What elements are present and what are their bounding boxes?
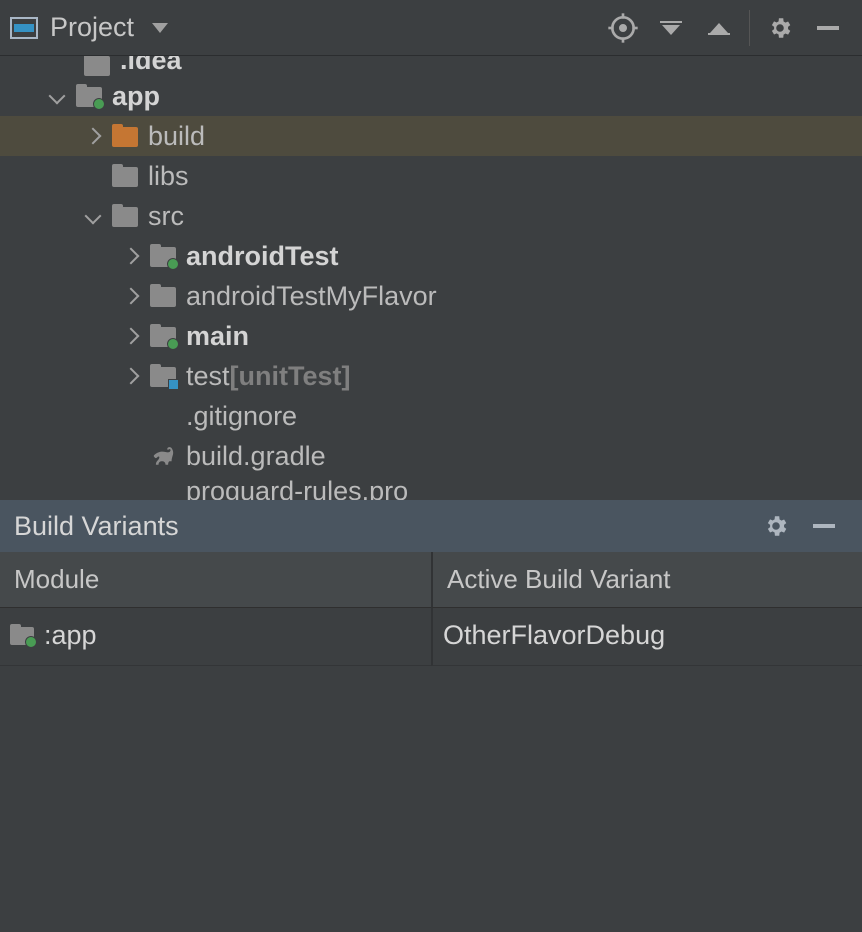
build-folder-icon xyxy=(112,127,138,147)
chevron-right-icon[interactable] xyxy=(122,287,140,305)
tree-label: androidTestMyFlavor xyxy=(186,281,437,312)
build-variants-header: Build Variants xyxy=(0,500,862,552)
tree-label: .idea xyxy=(120,56,182,76)
project-view-dropdown-icon[interactable] xyxy=(152,23,168,33)
build-variants-table: Module Active Build Variant :app OtherFl… xyxy=(0,552,862,666)
chevron-right-icon[interactable] xyxy=(122,367,140,385)
gear-icon[interactable] xyxy=(760,510,792,542)
toolbar-separator xyxy=(749,10,750,46)
minimize-icon[interactable] xyxy=(812,12,844,44)
tree-row-gitignore[interactable]: .gitignore xyxy=(0,396,862,436)
variant-cell[interactable]: OtherFlavorDebug xyxy=(431,608,862,666)
tree-label: build.gradle xyxy=(186,441,326,472)
tree-row-androidtest[interactable]: androidTest xyxy=(0,236,862,276)
project-tree[interactable]: .idea app build libs src androidTest and… xyxy=(0,56,862,500)
expand-all-icon[interactable] xyxy=(655,12,687,44)
collapse-all-icon[interactable] xyxy=(703,12,735,44)
tree-row-buildgradle[interactable]: build.gradle xyxy=(0,436,862,476)
folder-icon xyxy=(112,207,138,227)
folder-icon xyxy=(150,287,176,307)
module-folder-icon xyxy=(76,87,102,107)
tree-row-libs[interactable]: libs xyxy=(0,156,862,196)
gradle-file-icon xyxy=(148,445,176,467)
module-folder-icon xyxy=(10,627,34,645)
module-name: :app xyxy=(44,620,97,651)
project-view-icon xyxy=(10,17,38,39)
tree-label: app xyxy=(112,81,160,112)
tree-label: androidTest xyxy=(186,241,339,272)
sourceset-folder-icon xyxy=(150,327,176,347)
tree-label: src xyxy=(148,201,184,232)
project-panel-title[interactable]: Project xyxy=(50,12,134,43)
tree-row-app[interactable]: app xyxy=(0,76,862,116)
folder-icon xyxy=(112,167,138,187)
chevron-down-icon[interactable] xyxy=(48,87,66,105)
tree-suffix: [unitTest] xyxy=(230,361,351,392)
text-file-icon xyxy=(150,476,176,498)
tree-label: libs xyxy=(148,161,189,192)
tree-label: proguard-rules.pro xyxy=(186,476,408,500)
tree-row-src[interactable]: src xyxy=(0,196,862,236)
tree-row-androidtestmyflavor[interactable]: androidTestMyFlavor xyxy=(0,276,862,316)
chevron-right-icon[interactable] xyxy=(84,127,102,145)
test-folder-icon xyxy=(150,367,176,387)
gitignore-file-icon xyxy=(150,405,176,427)
column-header-module[interactable]: Module xyxy=(0,552,431,608)
tree-row-main[interactable]: main xyxy=(0,316,862,356)
variant-name: OtherFlavorDebug xyxy=(443,620,665,651)
chevron-down-icon[interactable] xyxy=(84,207,102,225)
sourceset-folder-icon xyxy=(150,247,176,267)
chevron-right-icon[interactable] xyxy=(122,247,140,265)
tree-row-test[interactable]: test [unitTest] xyxy=(0,356,862,396)
minimize-icon[interactable] xyxy=(808,510,840,542)
project-toolbar: Project xyxy=(0,0,862,56)
chevron-right-icon[interactable] xyxy=(122,327,140,345)
tree-label: .gitignore xyxy=(186,401,297,432)
tree-row-proguard[interactable]: proguard-rules.pro xyxy=(0,476,862,500)
locate-icon[interactable] xyxy=(607,12,639,44)
tree-row-build[interactable]: build xyxy=(0,116,862,156)
tree-row-clipped[interactable]: .idea xyxy=(0,56,862,76)
module-cell[interactable]: :app xyxy=(0,608,431,666)
tree-label: test xyxy=(186,361,230,392)
tree-label: build xyxy=(148,121,205,152)
column-header-variant[interactable]: Active Build Variant xyxy=(431,552,862,608)
build-variants-title: Build Variants xyxy=(14,511,179,542)
gear-icon[interactable] xyxy=(764,12,796,44)
build-variants-empty-area xyxy=(0,666,862,932)
folder-icon xyxy=(84,56,110,76)
tree-label: main xyxy=(186,321,249,352)
